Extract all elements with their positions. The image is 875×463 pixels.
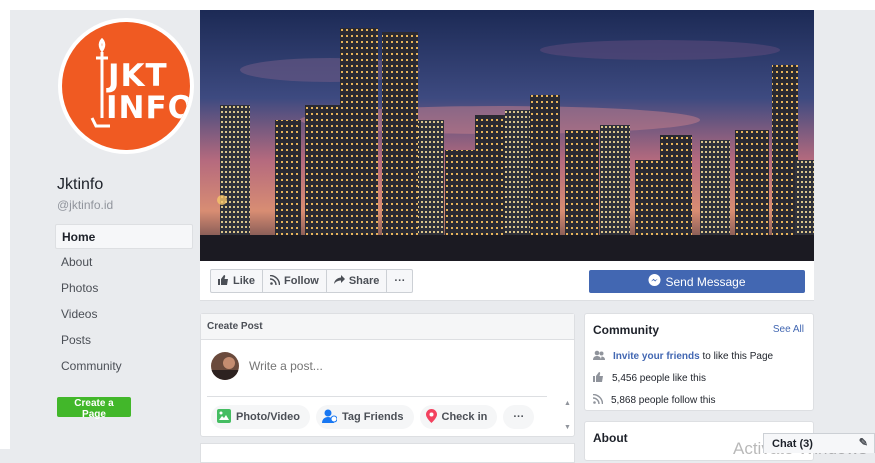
jktinfo-logo: JKT INFO bbox=[62, 22, 190, 150]
compose-icon[interactable]: ✎ bbox=[859, 436, 868, 449]
left-column: JKT INFO Jktinfo @jktinfo.id Home About … bbox=[10, 10, 196, 449]
tag-friends-button[interactable]: Tag Friends bbox=[315, 405, 414, 429]
action-button-group: Like Follow Share ··· bbox=[210, 269, 414, 293]
about-title: About bbox=[593, 431, 628, 445]
photo-video-button[interactable]: Photo/Video bbox=[211, 405, 310, 429]
create-post-card: Create Post Photo/Video Tag Friends Chec… bbox=[200, 313, 575, 437]
feed-card-partial bbox=[200, 443, 575, 463]
follows-row: 5,868 people follow this bbox=[592, 393, 716, 407]
nav-item-community[interactable]: Community bbox=[55, 354, 193, 379]
nav-item-videos[interactable]: Videos bbox=[55, 302, 193, 327]
page-action-bar: Like Follow Share ··· Send Message bbox=[200, 261, 814, 301]
create-post-divider bbox=[207, 396, 547, 397]
community-see-all-link[interactable]: See All bbox=[773, 324, 804, 335]
like-button[interactable]: Like bbox=[210, 269, 264, 293]
thumbs-up-icon bbox=[218, 274, 229, 288]
follow-label: Follow bbox=[284, 275, 319, 287]
more-post-options-button[interactable]: ··· bbox=[503, 405, 535, 429]
people-icon bbox=[593, 350, 605, 363]
community-title: Community bbox=[593, 323, 659, 337]
likes-row: 5,456 people like this bbox=[593, 372, 706, 385]
share-label: Share bbox=[348, 275, 380, 287]
like-label: Like bbox=[233, 275, 256, 287]
scroll-down-icon[interactable]: ▼ bbox=[564, 424, 571, 431]
invite-friends-link[interactable]: Invite your friends bbox=[613, 351, 700, 362]
create-page-button[interactable]: Create a Page bbox=[57, 397, 131, 420]
logo-text-jkt: JKT bbox=[108, 58, 168, 94]
check-in-button[interactable]: Check in bbox=[419, 405, 498, 429]
chat-label: Chat (3) bbox=[772, 438, 813, 450]
follows-count: 5,868 people follow this bbox=[611, 395, 716, 406]
avatar bbox=[211, 352, 239, 380]
send-message-label: Send Message bbox=[665, 274, 746, 289]
tag-friends-label: Tag Friends bbox=[341, 411, 404, 423]
more-options-button[interactable]: ··· bbox=[386, 269, 414, 293]
share-arrow-icon bbox=[333, 275, 345, 287]
nav-item-about[interactable]: About bbox=[55, 250, 193, 275]
page-name[interactable]: Jktinfo bbox=[57, 176, 103, 194]
likes-count: 5,456 people like this bbox=[612, 373, 706, 384]
tag-friends-icon bbox=[321, 409, 338, 426]
photo-icon bbox=[217, 408, 231, 426]
nav-item-photos[interactable]: Photos bbox=[55, 276, 193, 301]
invite-friends-rest: to like this Page bbox=[699, 351, 774, 362]
community-card: Community See All Invite your friends to… bbox=[584, 313, 814, 411]
nav-item-posts[interactable]: Posts bbox=[55, 328, 193, 353]
write-post-input[interactable] bbox=[247, 356, 547, 376]
thumbs-up-icon bbox=[593, 372, 604, 385]
location-pin-icon bbox=[425, 408, 437, 426]
chat-tab[interactable]: Chat (3) ✎ bbox=[763, 433, 875, 453]
invite-friends-row: Invite your friends to like this Page bbox=[593, 350, 773, 363]
messenger-icon bbox=[648, 273, 661, 290]
logo-text-info: INFO bbox=[106, 90, 190, 126]
send-message-button[interactable]: Send Message bbox=[589, 270, 805, 293]
post-options-scrollbar[interactable]: ▲ ▼ bbox=[562, 398, 572, 436]
create-post-title: Create Post bbox=[201, 314, 574, 340]
rss-icon bbox=[269, 274, 281, 288]
rss-icon bbox=[592, 393, 604, 407]
page-nav: Home About Photos Videos Posts Community bbox=[55, 224, 193, 380]
photo-video-label: Photo/Video bbox=[236, 411, 300, 423]
page-handle[interactable]: @jktinfo.id bbox=[57, 198, 113, 212]
check-in-label: Check in bbox=[441, 411, 488, 423]
left-gutter bbox=[0, 0, 10, 449]
cover-photo[interactable] bbox=[200, 10, 814, 261]
top-strip bbox=[0, 0, 875, 10]
follow-button[interactable]: Follow bbox=[262, 269, 327, 293]
nav-item-home[interactable]: Home bbox=[55, 224, 193, 249]
profile-picture[interactable]: JKT INFO bbox=[58, 18, 194, 154]
share-button[interactable]: Share bbox=[325, 269, 388, 293]
scroll-up-icon[interactable]: ▲ bbox=[564, 400, 571, 407]
create-post-actions: Photo/Video Tag Friends Check in ··· bbox=[211, 405, 535, 429]
